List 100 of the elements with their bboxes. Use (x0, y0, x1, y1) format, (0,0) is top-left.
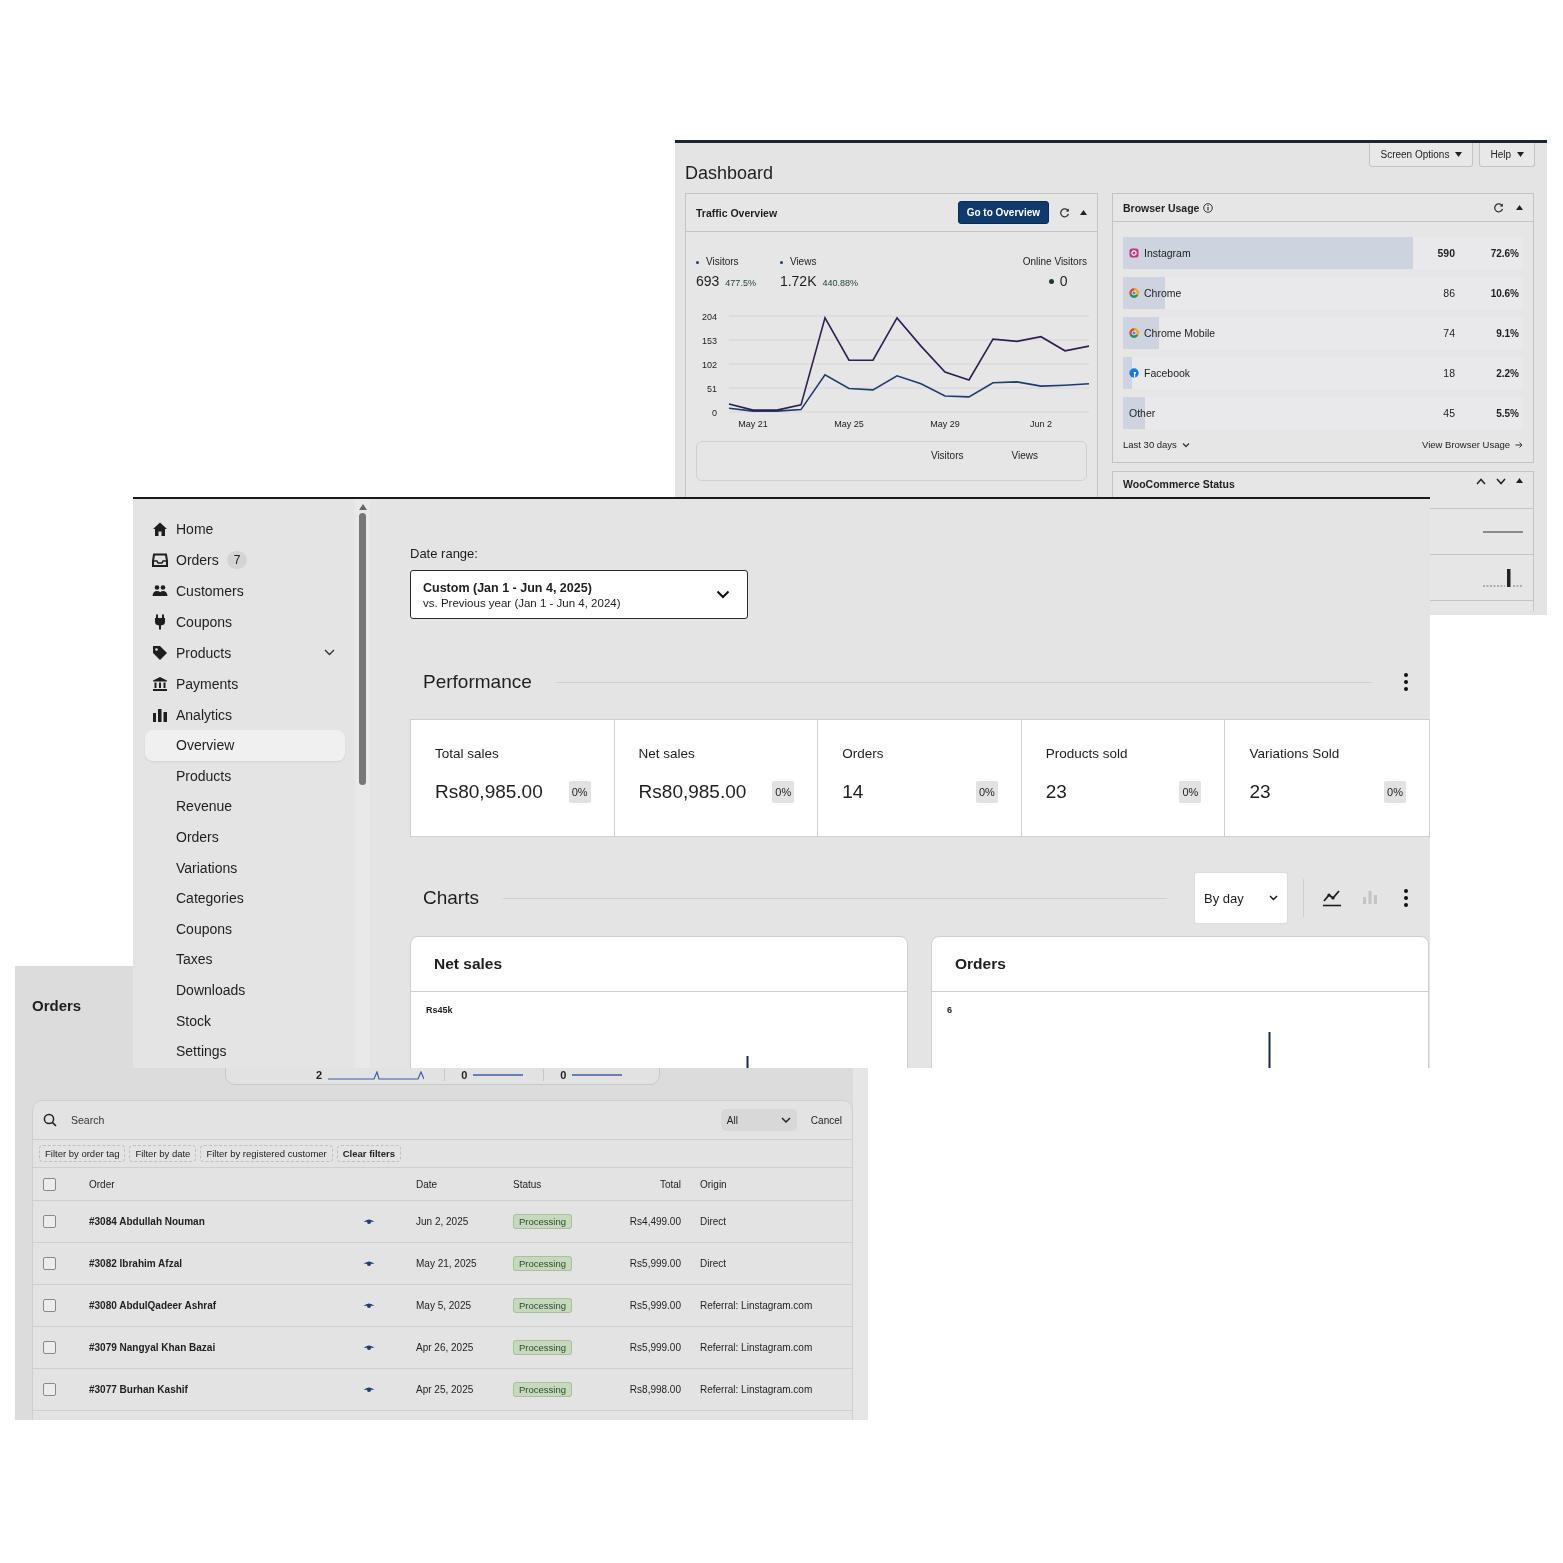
search-field[interactable]: Search (71, 1114, 707, 1126)
metric-card[interactable]: Products sold 23 0% (1021, 720, 1226, 836)
card-title: WooCommerce Status (1123, 478, 1235, 490)
order-link[interactable]: #3082 Ibrahim Afzal (89, 1258, 363, 1269)
order-link[interactable]: #3077 Burhan Kashif (89, 1384, 363, 1395)
metric-card[interactable]: Orders 14 0% (818, 720, 1022, 836)
metric-card[interactable]: Total sales Rs80,985.00 0% (411, 720, 615, 836)
sidebar-item[interactable]: Analytics (145, 699, 345, 730)
column-header: Views (1011, 450, 1038, 463)
sidebar-subitem[interactable]: Revenue (145, 791, 345, 822)
chevron-down-icon (780, 1116, 791, 1124)
sidebar-subitem[interactable]: Categories (145, 882, 345, 914)
order-link[interactable]: #3080 AbdulQadeer Ashraf (89, 1300, 363, 1311)
sidebar-subitem[interactable]: Variations (145, 852, 345, 883)
chevron-up-icon[interactable] (1476, 478, 1486, 485)
metric-value: 1.72K (779, 273, 817, 289)
metric-value: 14 (842, 781, 864, 803)
sidebar-subitem[interactable]: Orders (145, 821, 345, 853)
info-icon[interactable] (1203, 202, 1214, 213)
refresh-icon[interactable] (1493, 202, 1504, 213)
inbox-icon (152, 551, 168, 568)
metric-label: Variations Sold (1249, 746, 1341, 761)
status-dropdown[interactable]: All (720, 1109, 797, 1131)
table-cell-text: Rs8,998.00 (628, 1384, 681, 1395)
date-range-dropdown[interactable]: Custom (Jan 1 - Jun 4, 2025) vs. Previous year (Jan 1 - Jun 4, 2024) (410, 570, 748, 619)
metric-change: 477.5% (725, 278, 756, 288)
column-header: Origin (699, 1178, 728, 1190)
sidebar-subitem[interactable]: Downloads (145, 974, 345, 1006)
table-cell-text: Referral: Linstagram.com (699, 1384, 814, 1395)
header-tab-button[interactable]: Help (1479, 143, 1535, 167)
go-to-overview-button[interactable]: Go to Overview (957, 201, 1049, 224)
period-dropdown[interactable]: Last 30 days (1123, 439, 1190, 450)
card-title: Browser Usage (1123, 201, 1200, 214)
sidebar-item[interactable]: Customers (145, 575, 345, 606)
eye-icon[interactable] (363, 1217, 375, 1226)
sidebar-item[interactable]: Coupons (145, 606, 345, 637)
sidebar-item[interactable]: Products (145, 637, 345, 668)
eye-icon[interactable] (363, 1385, 375, 1394)
checkbox[interactable] (43, 1383, 56, 1396)
filter-chip[interactable]: Filter by registered customer (200, 1145, 333, 1162)
sidebar-item[interactable]: Home (145, 513, 345, 544)
browser-name: Facebook (1144, 367, 1191, 379)
more-options-icon[interactable] (1404, 889, 1408, 907)
scrollbar-thumb[interactable] (359, 513, 366, 785)
metric-card[interactable]: Net sales Rs80,985.00 0% (614, 720, 819, 836)
visit-count: 45 (1442, 407, 1455, 419)
header-tab-button[interactable]: Screen Options (1369, 143, 1474, 167)
table-cell-text: Rs5,999.00 (628, 1342, 681, 1353)
filter-chip[interactable]: Filter by date (129, 1145, 197, 1162)
page-title: Orders (32, 997, 82, 1014)
visit-count: 18 (1442, 367, 1455, 379)
sidebar-item[interactable]: Payments (145, 668, 345, 699)
axis-label: May 21 (738, 419, 768, 429)
filter-chip[interactable]: Filter by order tag (39, 1145, 126, 1162)
chevron-down-icon[interactable] (1496, 478, 1506, 485)
metric-value: Rs80,985.00 (638, 781, 747, 803)
tricolor-circle-icon (1129, 288, 1139, 298)
metric-card[interactable]: Variations Sold 23 0% (1225, 720, 1429, 836)
eye-icon[interactable] (363, 1301, 375, 1310)
sidebar-item[interactable]: Orders 7 (145, 544, 345, 575)
plug-icon (152, 613, 168, 630)
sidebar-subitem[interactable]: Settings (145, 1035, 345, 1067)
chevron-down-icon (716, 590, 730, 599)
collapse-caret-icon[interactable] (1516, 478, 1523, 483)
visit-percent: 10.6% (1489, 287, 1520, 299)
checkbox[interactable] (43, 1299, 56, 1312)
collapse-caret-icon[interactable] (1080, 210, 1087, 215)
summary-count: 0 (560, 1069, 567, 1081)
clear-filters-button[interactable]: Clear filters (336, 1145, 402, 1162)
cancel-button[interactable]: Cancel (810, 1114, 842, 1126)
scrollbar[interactable] (355, 499, 370, 1068)
browser-name: Chrome Mobile (1144, 327, 1216, 339)
table-cell-text: Jun 2, 2025 (416, 1216, 470, 1227)
eye-icon[interactable] (363, 1259, 375, 1268)
sidebar-subitem[interactable]: Stock (145, 1005, 345, 1036)
refresh-icon[interactable] (1059, 207, 1070, 218)
more-options-icon[interactable] (1404, 673, 1408, 691)
checkbox[interactable] (43, 1257, 56, 1270)
line-chart-icon[interactable] (1322, 889, 1342, 907)
metric-value: 693 (696, 273, 720, 289)
visit-count: 590 (1436, 247, 1455, 259)
sidebar-subitem[interactable]: Coupons (145, 913, 345, 945)
sidebar-subitem[interactable]: Overview (145, 730, 345, 761)
sparkline-drawing (1483, 529, 1523, 534)
checkbox[interactable] (43, 1341, 56, 1354)
sidebar-subitem[interactable]: Taxes (145, 944, 345, 975)
visit-percent: 2.2% (1495, 367, 1520, 379)
order-link[interactable]: #3084 Abdullah Nouman (89, 1216, 363, 1227)
eye-icon[interactable] (363, 1343, 375, 1352)
interval-dropdown[interactable]: By day (1195, 873, 1287, 923)
checkbox[interactable] (43, 1215, 56, 1228)
collapse-caret-icon[interactable] (1516, 205, 1523, 210)
checkbox[interactable] (43, 1177, 56, 1191)
table-cell-text: Direct (699, 1258, 728, 1269)
order-link[interactable]: #3079 Nangyal Khan Bazai (89, 1342, 363, 1353)
scroll-up-icon[interactable] (358, 504, 367, 510)
browser-name: Other (1129, 407, 1156, 419)
view-browser-usage-link[interactable]: View Browser Usage (1422, 439, 1523, 450)
visit-percent: 72.6% (1489, 247, 1520, 259)
sidebar-subitem[interactable]: Products (145, 760, 345, 792)
